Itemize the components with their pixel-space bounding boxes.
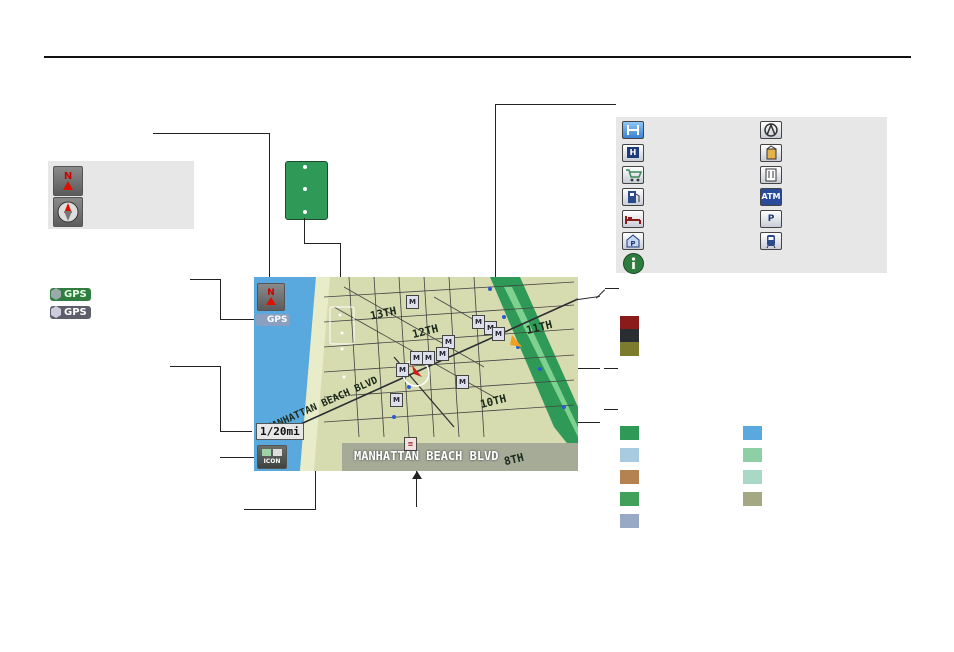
map-poi-restaurant[interactable]: M — [422, 351, 435, 365]
honda-dealer-icon — [622, 121, 644, 139]
leader-line — [604, 409, 618, 410]
acura-dealer-icon — [760, 121, 782, 139]
road-color-major — [620, 329, 639, 343]
leader-line — [220, 457, 256, 458]
svg-text:N: N — [64, 171, 72, 182]
leader-line — [604, 368, 618, 369]
leader-line — [220, 366, 221, 432]
area-color-water — [743, 426, 762, 440]
atm-icon: ATM — [760, 188, 782, 206]
restaurant-icon — [760, 166, 782, 184]
gas-station-icon — [622, 188, 644, 206]
map-icon-button[interactable]: ICON — [257, 445, 287, 469]
area-color-khaki — [743, 492, 762, 506]
road-color-minor — [620, 342, 639, 356]
area-color-park — [620, 426, 639, 440]
leader-line — [220, 431, 252, 432]
map-gps-indicator: GPS — [256, 314, 291, 326]
leader-line — [595, 289, 606, 299]
leader-line — [304, 218, 305, 243]
leader-line — [304, 243, 341, 244]
area-color-green — [620, 492, 639, 506]
leader-line — [220, 319, 256, 320]
area-color-pale-teal — [743, 470, 762, 484]
hospital-icon: H — [622, 144, 644, 162]
hotel-icon — [622, 210, 644, 228]
area-color-slate — [620, 514, 639, 528]
svg-text:N: N — [267, 288, 275, 298]
leader-line — [220, 279, 221, 320]
map-north-up-button[interactable]: N — [257, 283, 285, 311]
leader-line — [269, 133, 270, 281]
page-rule — [44, 56, 911, 58]
map-poi-restaurant[interactable]: M — [396, 363, 409, 377]
school-icon — [760, 144, 782, 162]
leader-line — [190, 279, 220, 280]
area-color-tan — [620, 470, 639, 484]
map-scale[interactable]: 1/20mi — [256, 423, 304, 440]
map-poi-restaurant[interactable]: M — [436, 347, 449, 361]
info-icon — [623, 253, 644, 274]
leader-line — [605, 288, 619, 289]
leader-arrow-icon — [412, 471, 422, 479]
poi-legend — [616, 117, 887, 273]
parking-garage-icon: P — [622, 232, 644, 250]
heading-up-icon — [53, 197, 83, 227]
shopping-icon — [622, 166, 644, 184]
park-inset — [285, 161, 328, 220]
area-color-light-blue — [620, 448, 639, 462]
map-poi-restaurant[interactable]: M — [390, 393, 403, 407]
road-color-freeway — [620, 316, 639, 330]
navigation-map[interactable]: 13TH 12TH 11TH 10TH 8TH MANHATTAN BEACH … — [254, 277, 578, 471]
map-poi-restaurant[interactable]: M — [456, 375, 469, 389]
area-color-mint — [743, 448, 762, 462]
north-up-icon: N — [53, 166, 83, 196]
leader-line — [170, 366, 220, 367]
map-poi-restaurant[interactable]: M — [410, 351, 423, 365]
leader-line — [495, 104, 616, 105]
svg-text:P: P — [630, 240, 635, 248]
current-street-name: MANHATTAN BEACH BLVD — [354, 449, 499, 463]
leader-line — [244, 509, 316, 510]
map-poi-restaurant[interactable]: M — [492, 327, 505, 341]
parking-icon: P — [760, 210, 782, 228]
leader-line — [153, 133, 270, 134]
transit-icon — [760, 232, 782, 250]
leader-line — [578, 422, 600, 423]
map-poi-restaurant[interactable]: M — [406, 295, 419, 309]
